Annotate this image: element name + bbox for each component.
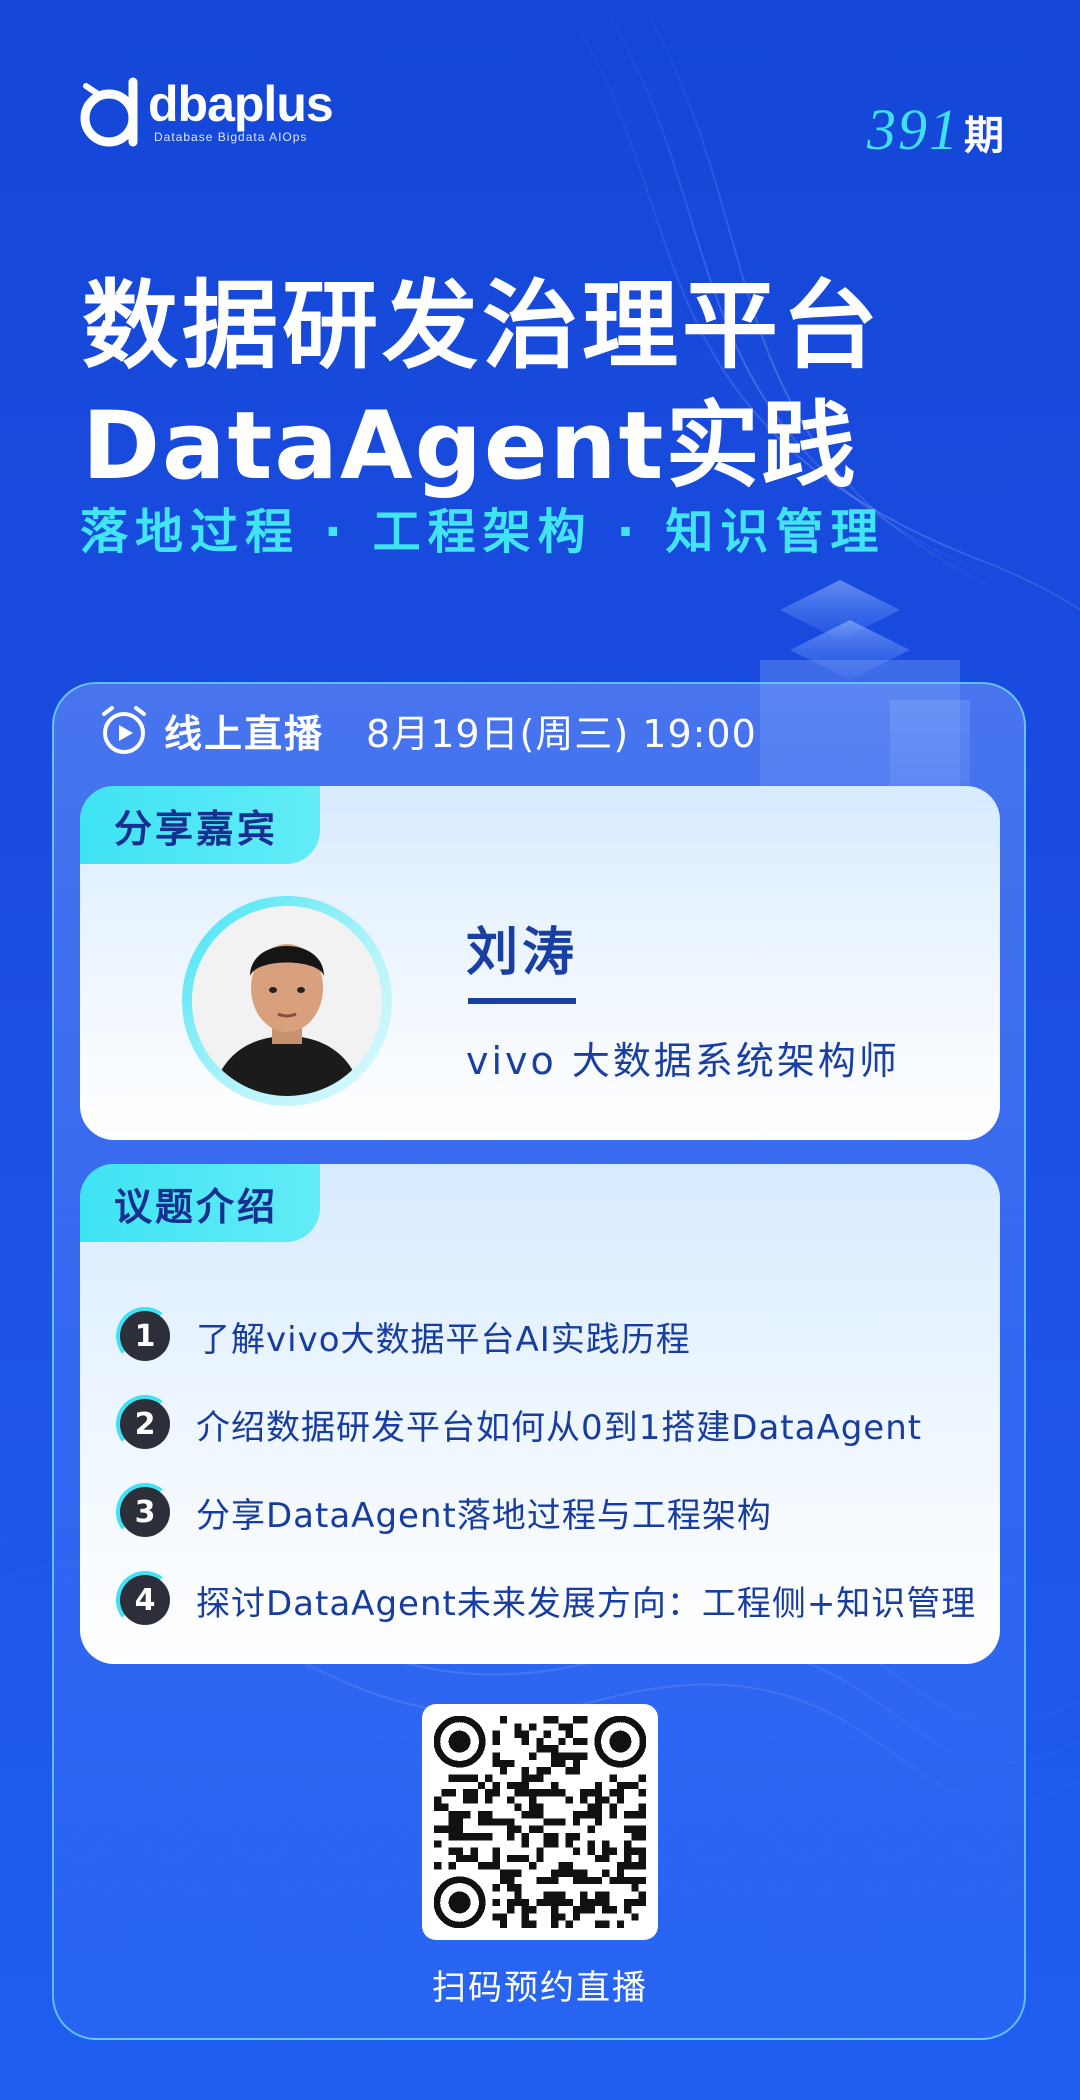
- qr-code[interactable]: [422, 1704, 658, 1940]
- brand-name: dbaplus: [148, 76, 334, 132]
- number-badge: 4: [116, 1571, 174, 1629]
- speaker-role: vivo 大数据系统架构师: [466, 1039, 900, 1083]
- qr-finder: [433, 1715, 486, 1768]
- topics-card: 议题介绍 1 了解vivo大数据平台AI实践历程 2 介绍数据研发平台如何从0到…: [80, 1164, 1000, 1664]
- speaker-tab: 分享嘉宾: [80, 786, 321, 864]
- issue-number: 391 期: [867, 96, 1004, 163]
- alarm-play-icon: [102, 706, 146, 754]
- number-badge: 3: [116, 1483, 174, 1541]
- topic-text: 介绍数据研发平台如何从0到1搭建DataAgent: [196, 1407, 923, 1448]
- dbaplus-logo-icon: [80, 77, 138, 147]
- speaker-avatar: [192, 906, 382, 1096]
- topic-item: 1 了解vivo大数据平台AI实践历程: [116, 1292, 976, 1380]
- subtitle: 落地过程 · 工程架构 · 知识管理: [80, 504, 886, 560]
- brand-tagline: Database Bigdata AIOps: [154, 130, 308, 144]
- topic-item: 3 分享DataAgent落地过程与工程架构: [116, 1468, 976, 1556]
- title-line-2: DataAgent实践: [82, 392, 858, 501]
- qr-caption: 扫码预约直播: [432, 1968, 648, 2008]
- topic-list: 1 了解vivo大数据平台AI实践历程 2 介绍数据研发平台如何从0到1搭建Da…: [116, 1292, 976, 1644]
- qr-finder: [433, 1876, 486, 1929]
- live-label: 线上直播: [164, 711, 325, 756]
- topic-item: 2 介绍数据研发平台如何从0到1搭建DataAgent: [116, 1380, 976, 1468]
- topics-tab: 议题介绍: [80, 1164, 321, 1242]
- number-badge: 1: [116, 1307, 174, 1365]
- issue-unit: 期: [964, 113, 1004, 159]
- topic-text: 分享DataAgent落地过程与工程架构: [196, 1495, 772, 1536]
- issue-value: 391: [867, 97, 960, 162]
- qr-code-icon: [433, 1715, 647, 1929]
- title-line-1: 数据研发治理平台: [82, 270, 882, 382]
- topic-text: 了解vivo大数据平台AI实践历程: [196, 1319, 691, 1360]
- person-photo-icon: [192, 906, 382, 1096]
- live-time: 8月19日(周三) 19:00: [366, 711, 757, 756]
- topic-text: 探讨DataAgent未来发展方向：工程侧+知识管理: [196, 1583, 977, 1624]
- qr-finder: [594, 1715, 647, 1768]
- brand-logo: dbaplus Database Bigdata AIOps: [78, 72, 334, 150]
- number-badge: 2: [116, 1395, 174, 1453]
- speaker-card: 分享嘉宾 刘涛 vivo 大数据系统架构师: [80, 786, 1000, 1140]
- topic-item: 4 探讨DataAgent未来发展方向：工程侧+知识管理: [116, 1556, 976, 1644]
- live-info: 线上直播 8月19日(周三) 19:00: [98, 700, 757, 760]
- speaker-name: 刘涛: [466, 923, 579, 983]
- name-underline: [468, 998, 576, 1004]
